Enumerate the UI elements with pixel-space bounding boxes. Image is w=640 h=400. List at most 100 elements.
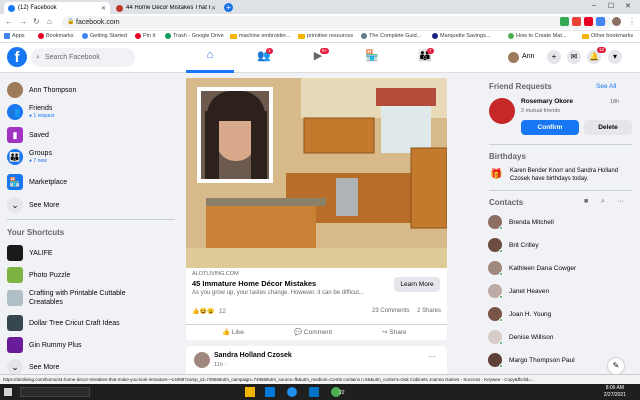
bookmark-item[interactable]: Trash - Google Drive (165, 33, 224, 39)
sidebar-item-profile[interactable]: Ann Thompson (7, 82, 76, 98)
confirm-button[interactable]: Confirm (521, 120, 579, 135)
tab-facebook[interactable]: (12) Facebook ✕ (4, 2, 110, 14)
bookmark-folder[interactable]: Other bookmarks (582, 33, 633, 39)
windows-start-icon[interactable] (4, 388, 12, 396)
contact-item[interactable]: Brit Crilley (488, 238, 539, 253)
bookmark-apps[interactable]: Apps (4, 33, 25, 39)
contact-item[interactable]: Janet Heaven (488, 284, 549, 299)
sidebar-item-marketplace[interactable]: 🏪 Marketplace (7, 174, 67, 190)
more-options-button[interactable]: ··· (428, 352, 436, 361)
new-message-icon[interactable]: ✎ (608, 358, 624, 374)
drive-icon (165, 33, 171, 39)
file-explorer-icon[interactable] (245, 387, 255, 397)
link-preview[interactable]: ALOTLIVING.COM 45 Immature Home Décor Mi… (192, 271, 392, 296)
reload-icon[interactable]: ↻ (33, 17, 40, 26)
taskbar-search-input[interactable] (20, 387, 90, 397)
create-icon[interactable]: + (547, 50, 561, 64)
video-call-icon[interactable]: ■ (584, 198, 588, 205)
taskbar-badge: 22 (339, 390, 345, 396)
comment-button[interactable]: 💬 Comment (294, 328, 332, 337)
maximize-icon[interactable]: ☐ (608, 2, 614, 10)
request-name[interactable]: Rosemary Okore (521, 98, 573, 105)
shortcut-item[interactable]: Crafting with Printable Cuttable Creatab… (7, 289, 149, 307)
bookmark-item[interactable]: How to Create Mat... (508, 33, 566, 39)
profile-name[interactable]: Ann (522, 53, 534, 60)
home-icon[interactable]: ⌂ (47, 17, 52, 26)
facebook-logo-icon[interactable]: f (7, 47, 27, 67)
search-input[interactable]: ⌕ Search Facebook (31, 48, 135, 67)
contact-item[interactable]: Denise Willison (488, 330, 553, 345)
window-close-icon[interactable]: ✕ (625, 2, 631, 10)
contact-item[interactable]: Kathleen Dana Cowger (488, 261, 576, 276)
post-time[interactable]: 11h · (214, 362, 226, 368)
pinterest-icon[interactable] (584, 17, 593, 26)
clock-date: 2/27/2021 (603, 392, 626, 398)
see-more-button[interactable]: ⌄ See More (7, 359, 59, 375)
bookmark-folder[interactable]: primitive resources (298, 33, 353, 39)
see-more-button[interactable]: ⌄ See More (7, 197, 59, 213)
tab-article[interactable]: 44 Home Decor Mistakes That Kit ✕ (112, 2, 220, 14)
bookmark-label: The Complete Guid... (369, 33, 422, 39)
sidebar-item-saved[interactable]: ▮ Saved (7, 127, 49, 143)
sidebar-item-groups[interactable]: 👪 Groups ● 7 new (7, 149, 52, 165)
bookmark-item[interactable]: The Complete Guid... (361, 33, 421, 39)
forward-icon[interactable]: → (19, 17, 27, 26)
reaction-count[interactable]: 12 (219, 309, 226, 315)
messenger-icon[interactable]: ✉ (567, 50, 581, 64)
shortcut-item[interactable]: YALIFE (7, 245, 53, 261)
bookmark-item[interactable]: Pin it (135, 33, 155, 39)
extension-icon[interactable] (572, 17, 581, 26)
friends-icon: 👥 (7, 104, 23, 120)
contact-item[interactable]: Brenda Mitchell (488, 215, 554, 230)
shortcut-label: YALIFE (29, 249, 53, 257)
link-title[interactable]: 45 Immature Home Décor Mistakes (192, 279, 392, 288)
delete-button[interactable]: Delete (584, 120, 632, 135)
shortcut-item[interactable]: Dollar Tree Cricut Craft Ideas (7, 315, 120, 331)
contact-name: Brit Crilley (509, 241, 539, 249)
learn-more-button[interactable]: Learn More (394, 277, 440, 292)
avatar[interactable] (194, 352, 210, 368)
mail-icon[interactable] (309, 387, 319, 397)
system-clock[interactable]: 8:06 AM 2/27/2021 (604, 385, 626, 399)
more-icon[interactable]: ··· (617, 198, 624, 205)
store-icon[interactable] (265, 387, 275, 397)
sidebar-item-friends[interactable]: 👥 Friends ● 1 request (7, 104, 54, 120)
new-tab-button[interactable]: + (224, 3, 233, 12)
shares-count[interactable]: 2 Shares (417, 308, 441, 314)
bookmark-item[interactable]: Marquette Savings... (432, 33, 490, 39)
bookmark-item[interactable]: Bookmarks (38, 33, 74, 39)
birthdays-heading: Birthdays (489, 152, 526, 161)
thumbs-up-icon: 👍 (222, 329, 231, 336)
extension-icon[interactable] (596, 17, 605, 26)
contact-item[interactable]: Margo Thompson Paul (488, 353, 575, 368)
like-button[interactable]: 👍 Like (222, 328, 244, 337)
birthday-text[interactable]: Karen Bender Knorr and Sandra Holland Cz… (510, 167, 635, 183)
bookmark-folder[interactable]: machine embroider... (230, 33, 290, 39)
haha-reaction-icon[interactable]: 😆 (199, 309, 206, 315)
minimize-icon[interactable]: – (592, 2, 596, 9)
extension-icon[interactable] (560, 17, 569, 26)
bookmark-item[interactable]: Getting Started (82, 33, 127, 39)
back-icon[interactable]: ← (5, 17, 13, 26)
menu-icon[interactable]: ⋮ (628, 17, 636, 26)
shortcut-item[interactable]: Photo Puzzle (7, 267, 70, 283)
home-icon[interactable]: ⌂ (202, 49, 218, 65)
close-icon[interactable]: ✕ (211, 5, 216, 12)
avatar[interactable] (489, 98, 515, 124)
close-icon[interactable]: ✕ (101, 5, 106, 12)
search-icon[interactable]: ⌕ (601, 198, 605, 206)
post-author[interactable]: Sandra Holland Czosek (214, 352, 292, 359)
shortcut-item[interactable]: Gin Rummy Plus (7, 337, 82, 353)
post-image[interactable] (186, 78, 447, 268)
profile-avatar[interactable] (612, 17, 621, 26)
account-chevron-icon[interactable]: ▾ (608, 50, 622, 64)
wow-reaction-icon[interactable]: 😮 (207, 309, 214, 315)
avatar[interactable] (508, 52, 519, 63)
contact-item[interactable]: Joan H. Young (488, 307, 551, 322)
edge-icon[interactable] (287, 387, 297, 397)
comments-count[interactable]: 23 Comments (372, 308, 409, 314)
address-bar[interactable]: 🔒 facebook.com ☆ (62, 16, 612, 29)
share-button[interactable]: ↪ Share (382, 328, 407, 337)
marketplace-icon[interactable]: 🏪 (364, 49, 380, 65)
see-all-link[interactable]: See All (596, 83, 616, 90)
